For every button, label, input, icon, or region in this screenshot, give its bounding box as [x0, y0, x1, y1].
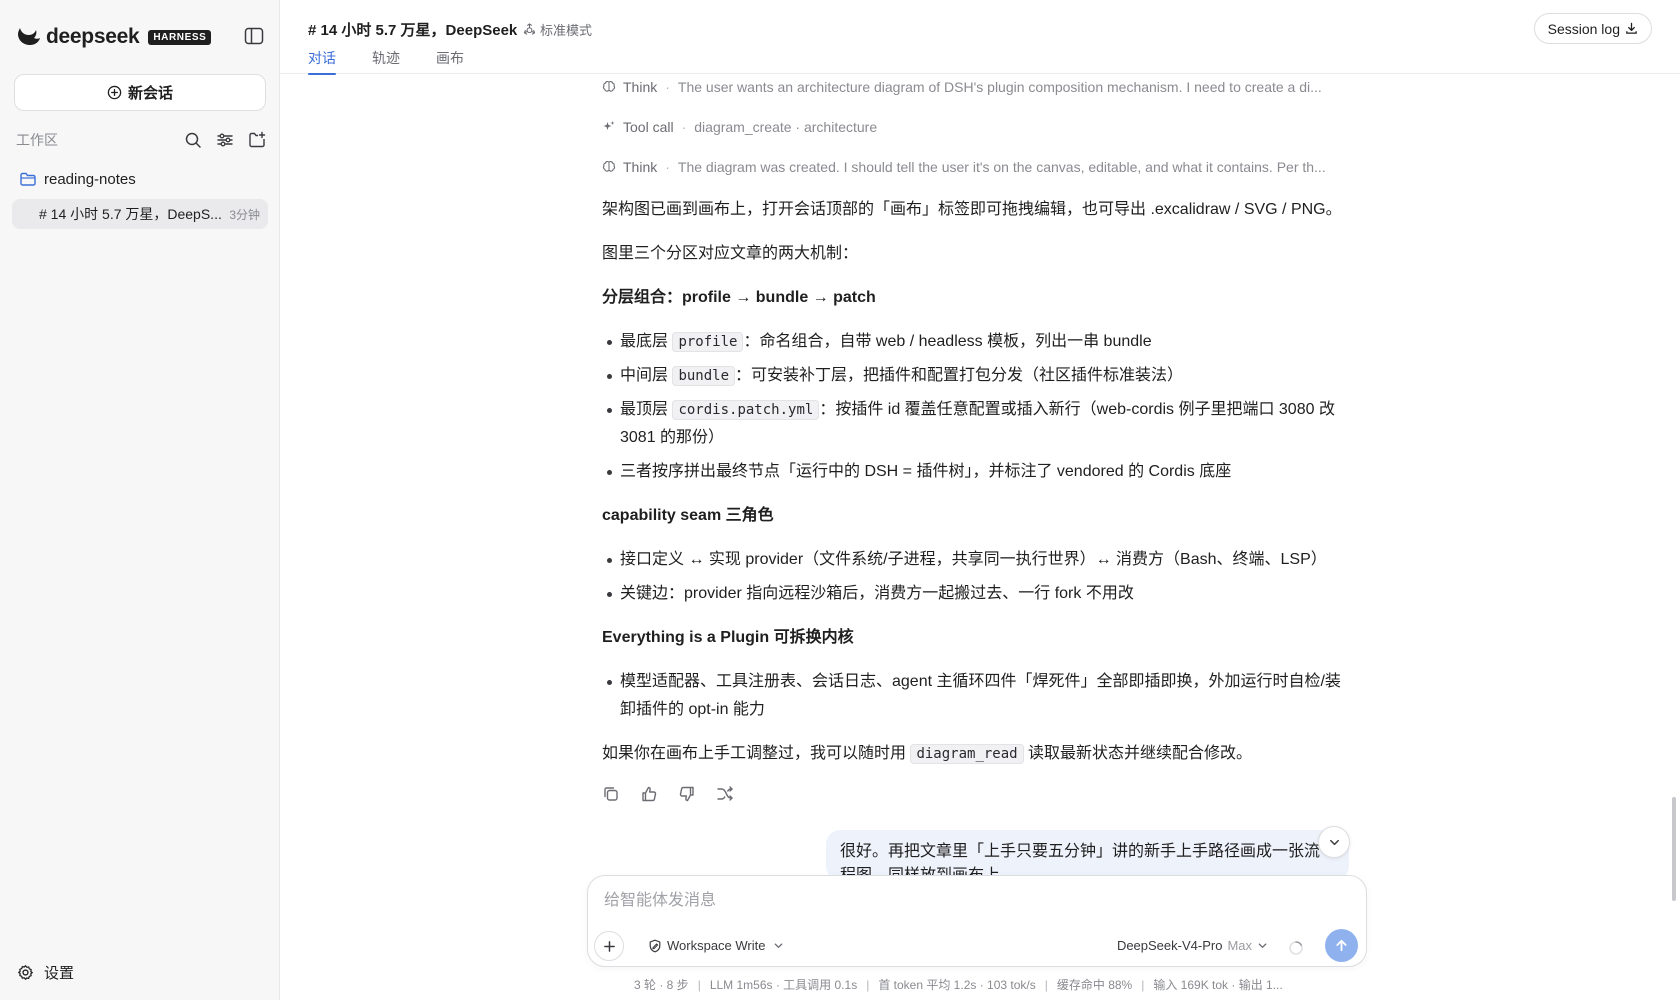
tab-canvas[interactable]: 画布 — [436, 48, 464, 75]
model-selector[interactable]: DeepSeek-V4-Pro Max — [1117, 938, 1268, 953]
arrow-up-icon — [1336, 939, 1347, 952]
stat-turns: 3 轮 · 8 步 — [634, 978, 689, 992]
assistant-paragraph: 图里三个分区对应文章的两大机制： — [602, 245, 859, 262]
list-item: 模型适配器、工具注册表、会话日志、agent 主循环四件「焊死件」全部即插即换，… — [602, 668, 1350, 724]
whale-logo-icon — [18, 28, 40, 45]
session-title: # 14 小时 5.7 万星，DeepS... — [39, 206, 222, 222]
page-title: # 14 小时 5.7 万星，DeepSeek — [308, 22, 518, 39]
model-level: Max — [1227, 938, 1252, 953]
stat-timing: LLM 1m56s · 工具调用 0.1s — [709, 978, 858, 992]
brain-icon — [602, 160, 616, 172]
shield-edit-icon — [649, 939, 661, 952]
list-item: 最底层 profile ：命名组合，自带 web / headless 模板，列出… — [602, 328, 1350, 356]
search-icon[interactable] — [184, 131, 202, 149]
chevron-down-icon — [1258, 943, 1267, 948]
brand-badge: HARNESS — [148, 29, 212, 45]
list-item: 最顶层 cordis.patch.yml ：按插件 id 覆盖任意配置或插入新行（… — [602, 396, 1350, 452]
workspace-label: 工作区 — [16, 132, 58, 148]
sidebar: deepseek HARNESS 新会话 工作区 reading-notes #… — [0, 0, 280, 1000]
inline-code: diagram_read — [910, 744, 1024, 764]
model-name: DeepSeek-V4-Pro — [1116, 938, 1223, 953]
recycle-icon — [523, 23, 536, 35]
section-heading: Everything is a Plugin 可拆换内核 — [602, 629, 854, 646]
new-folder-icon[interactable] — [248, 131, 266, 149]
thumbs-down-icon[interactable] — [678, 785, 696, 803]
brand-name: deepseek — [46, 25, 140, 48]
inline-code: cordis.patch.yml — [672, 400, 820, 420]
assistant-paragraph: 架构图已画到画布上，打开会话顶部的「画布」标签即可拖拽编辑，也可导出 .exca… — [602, 201, 1342, 218]
message-input[interactable] — [604, 888, 1344, 914]
view-tabs: 对话 轨迹 画布 — [308, 48, 464, 75]
chevron-down-icon — [1329, 839, 1339, 845]
new-chat-button[interactable]: 新会话 — [14, 74, 266, 111]
folder-name: reading-notes — [44, 170, 136, 188]
plus-circle-icon — [107, 85, 122, 100]
trace-text: The diagram was created. I should tell t… — [677, 159, 1326, 175]
message-composer: Workspace Write DeepSeek-V4-Pro Max — [587, 875, 1367, 967]
assistant-paragraph: 如果你在画布上手工调整过，我可以随时用 diagram_read 读取最新状态并… — [602, 744, 1253, 764]
copy-icon[interactable] — [602, 785, 620, 803]
attach-button[interactable] — [594, 931, 624, 961]
folder-reading-notes[interactable]: reading-notes — [20, 168, 136, 190]
list-item: 关键边：provider 指向远程沙箱后，消费方一起搬过去、一行 fork 不用… — [602, 580, 1350, 608]
tab-chat[interactable]: 对话 — [308, 48, 336, 75]
stat-io: 输入 169K tok · 输出 1... — [1153, 978, 1283, 992]
session-item-active[interactable]: # 14 小时 5.7 万星，DeepS... 3分钟 — [12, 199, 268, 229]
mode-badge[interactable]: 标准模式 — [523, 20, 592, 39]
plus-icon — [603, 940, 615, 952]
stat-token-speed: 首 token 平均 1.2s · 103 tok/s — [878, 978, 1036, 992]
sidebar-toggle-icon[interactable] — [244, 27, 264, 45]
list-item: 中间层 bundle ：可安装补丁层，把插件和配置打包分发（社区插件标准装法） — [602, 362, 1350, 390]
mode-label: 标准模式 — [540, 23, 593, 38]
scroll-to-bottom-button[interactable] — [1318, 826, 1350, 858]
brand-logo: deepseek HARNESS — [16, 24, 212, 50]
session-stats: 3 轮 · 8 步 | LLM 1m56s · 工具调用 0.1s | 首 token … — [634, 978, 1283, 992]
chat-header: # 14 小时 5.7 万星，DeepSeek 标准模式 对话 轨迹 画布 Se… — [280, 0, 1680, 75]
trace-separator: · — [665, 79, 670, 95]
list-item: 接口定义 ↔ 实现 provider（文件系统/子进程，共享同一执行世界）↔ 消… — [602, 546, 1350, 574]
settings-label: 设置 — [44, 965, 75, 982]
permission-label: Workspace Write — [667, 938, 766, 953]
new-chat-label: 新会话 — [127, 85, 173, 102]
section-heading: 分层组合：profile → bundle → patch — [602, 289, 876, 306]
trace-row-tool-call[interactable]: Tool call · diagram_create · architectur… — [602, 116, 1350, 138]
trace-row-think[interactable]: Think · The diagram was created. I shoul… — [602, 156, 1350, 178]
chevron-down-icon — [774, 943, 782, 948]
gear-icon — [18, 965, 33, 980]
context-usage-ring-icon[interactable] — [1288, 940, 1304, 956]
inline-code: profile — [672, 332, 744, 352]
settings-button[interactable]: 设置 — [17, 962, 74, 983]
user-message-bubble: 很好。再把文章里「上手只要五分钟」讲的新手上手路径画成一张流程图，同样放到画布上… — [826, 830, 1349, 880]
trace-separator: · — [665, 159, 670, 175]
send-button[interactable] — [1325, 929, 1358, 962]
section-heading: capability seam 三角色 — [602, 507, 774, 524]
filter-sliders-icon[interactable] — [216, 131, 234, 149]
session-log-button[interactable]: Session log — [1533, 13, 1652, 44]
trace-text: The user wants an architecture diagram o… — [677, 79, 1322, 95]
trace-text: diagram_create · architecture — [694, 119, 878, 135]
stat-cache: 缓存命中 88% — [1056, 978, 1133, 992]
folder-icon — [20, 172, 36, 186]
permission-selector[interactable]: Workspace Write — [648, 938, 784, 953]
thumbs-up-icon[interactable] — [640, 785, 658, 803]
list-item: 三者按序拼出最终节点「运行中的 DSH = 插件树」，并标注了 vendored… — [602, 458, 1350, 486]
session-log-label: Session log — [1547, 20, 1620, 37]
inline-code: bundle — [672, 366, 736, 386]
session-time: 3分钟 — [229, 207, 260, 222]
workspace-header: 工作区 — [16, 130, 266, 150]
download-icon — [1626, 22, 1637, 34]
branch-fork-icon[interactable] — [716, 785, 734, 803]
trace-kind: Think — [623, 79, 658, 95]
scrollbar-thumb[interactable] — [1672, 797, 1676, 901]
sparkle-icon — [603, 121, 615, 130]
trace-kind: Tool call — [623, 119, 674, 135]
brain-icon — [602, 80, 616, 92]
tab-trace[interactable]: 轨迹 — [372, 48, 400, 75]
trace-kind: Think — [623, 159, 658, 175]
message-actions — [602, 785, 734, 803]
trace-separator: · — [681, 119, 687, 135]
trace-row-think[interactable]: Think · The user wants an architecture d… — [602, 76, 1350, 98]
